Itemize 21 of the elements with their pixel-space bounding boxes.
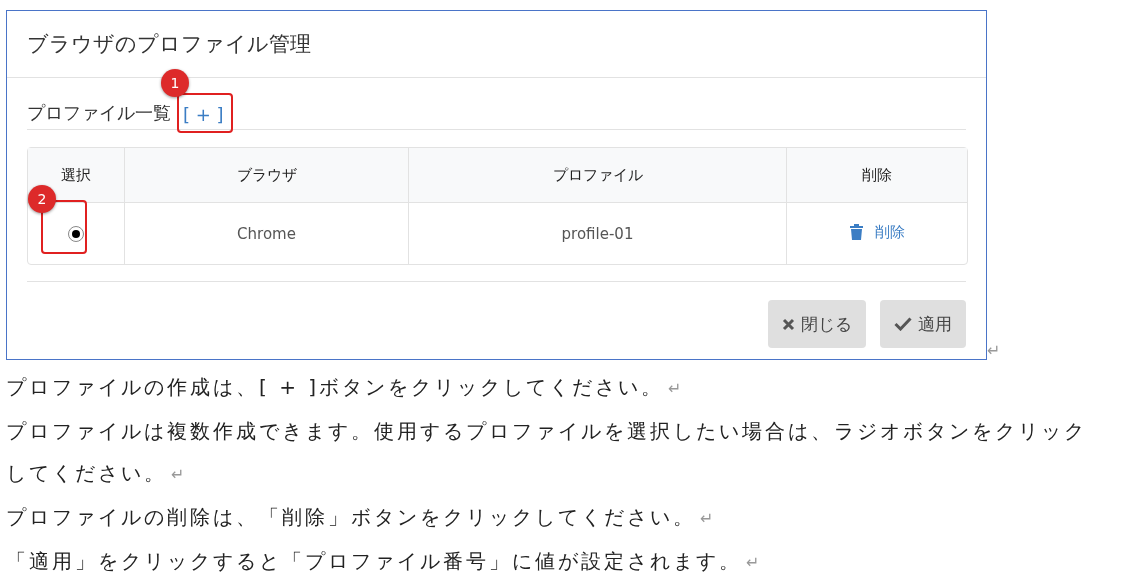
paragraph-text: プロファイルは複数作成できます。使用するプロファイルを選択したい場合は、ラジオボタンをクリックしてください。 ↵ [6,419,1087,485]
table-cell: profile-01 [561,224,634,243]
paragraph-text: プロファイルの作成は、[ + ]ボタンをクリックしてください。 ↵ [6,375,685,399]
close-button[interactable]: 閉じる [768,300,866,348]
radio-button[interactable] [68,226,84,242]
close-icon [782,317,795,331]
dialog-title: ブラウザのプロファイル管理 [27,31,311,58]
section-title: プロファイル一覧 [27,101,171,125]
check-icon [894,317,912,331]
column-header: ブラウザ [125,148,409,203]
add-link[interactable]: [ + ] [179,104,228,125]
delete-link[interactable]: 削除 [849,222,905,242]
trash-icon [849,224,863,241]
apply-button[interactable]: 適用 [880,300,966,348]
paragraph-text: プロファイルの削除は、「削除」ボタンをクリックしてください。 ↵ [6,505,717,529]
column-header: 削除 [787,148,967,203]
column-header: プロファイル [409,148,787,203]
paragraph-text: 「適用」をクリックすると「プロファイル番号」に値が設定されます。 ↵ [6,549,763,573]
table-cell: Chrome [237,224,296,243]
callout-badge: 1 [161,69,189,97]
paragraph-mark: ↵ [987,341,1001,360]
